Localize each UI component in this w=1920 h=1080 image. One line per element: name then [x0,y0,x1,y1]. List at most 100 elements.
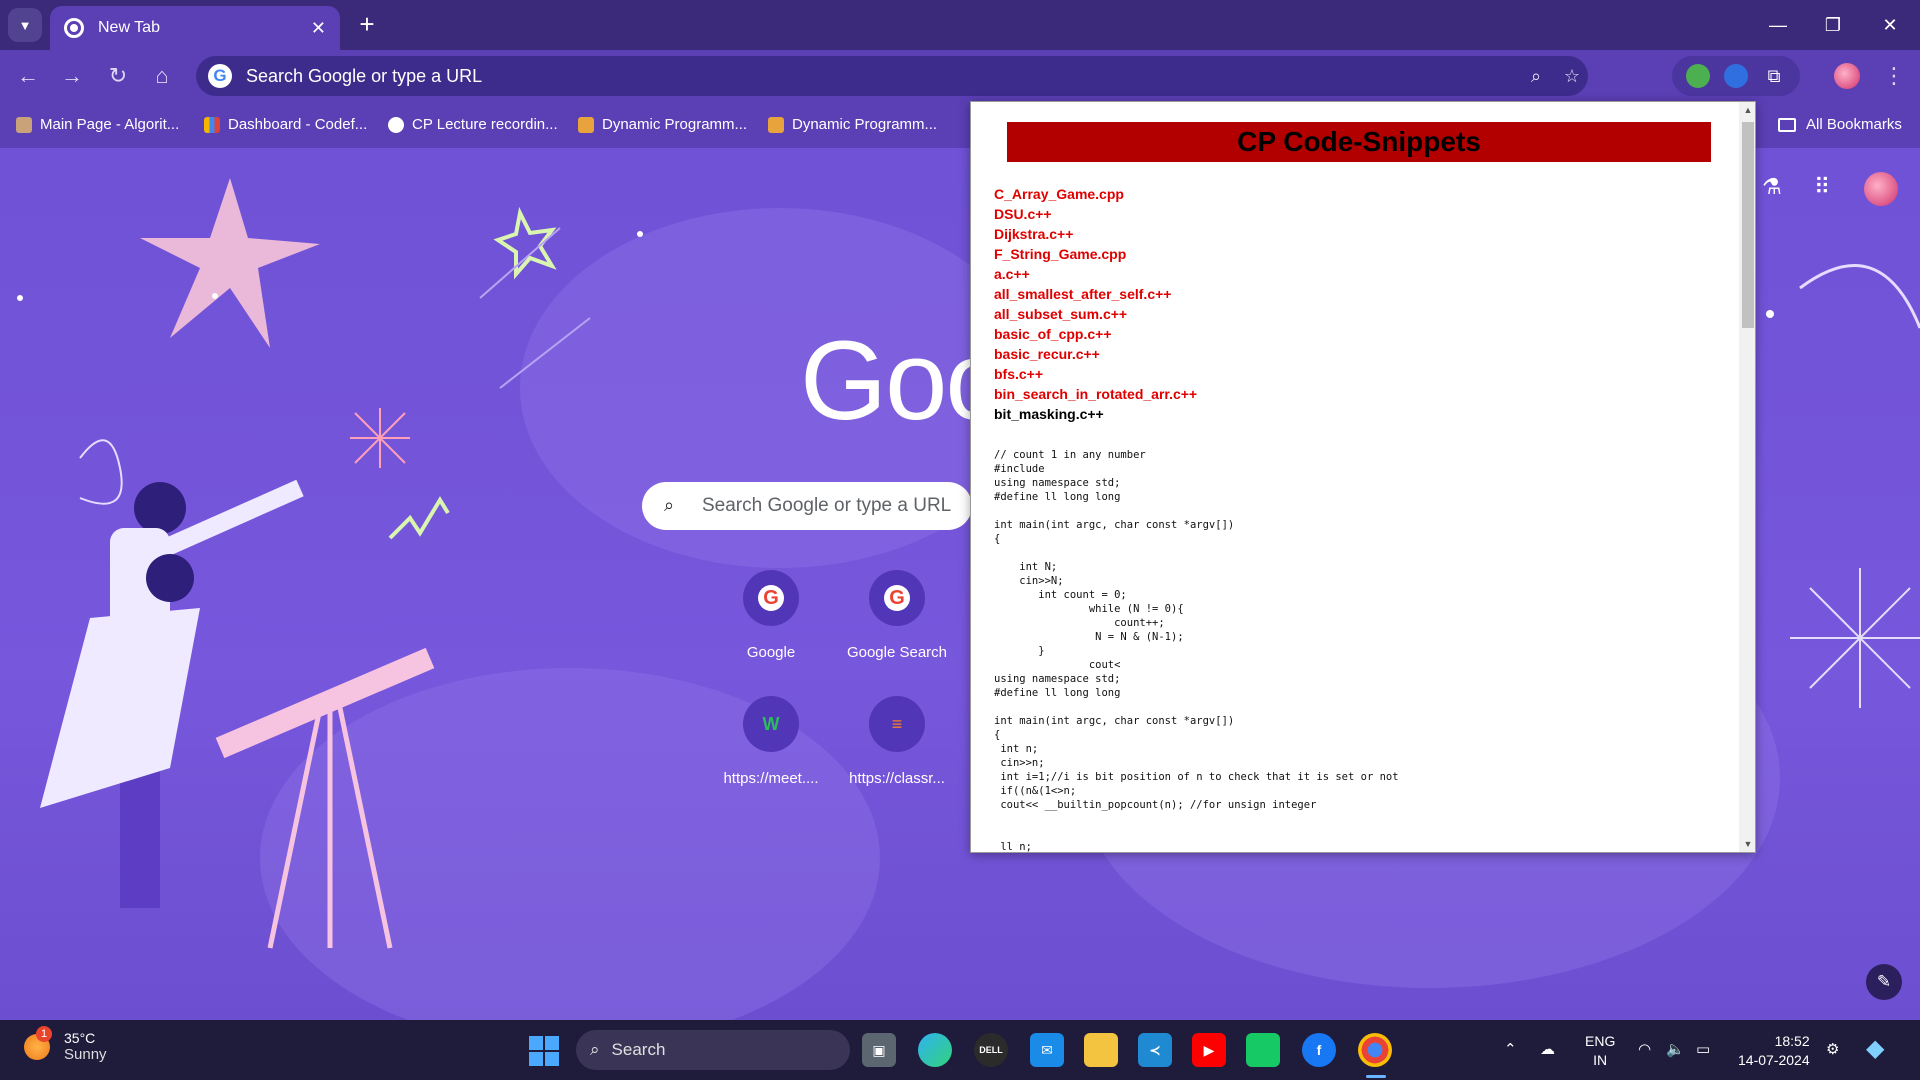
search-icon: ⌕ [664,495,675,515]
ntp-search-placeholder: Search Google or type a URL [702,495,952,516]
snippet-link[interactable]: bfs.c++ [994,364,1197,384]
edge-icon[interactable] [918,1033,952,1067]
zoom-icon[interactable]: ⌕ [1522,62,1550,90]
snippet-link[interactable]: all_smallest_after_self.c++ [994,284,1197,304]
extension-green-icon[interactable] [1686,64,1710,88]
bookmark-item[interactable]: Dashboard - Codef... [204,116,367,133]
youtube-icon[interactable]: ▶ [1192,1033,1226,1067]
bookmark-label: Dashboard - Codef... [228,116,368,133]
codeforces-icon [204,116,220,133]
task-view-icon[interactable]: ▣ [862,1033,896,1067]
extension-blue-icon[interactable] [1724,64,1748,88]
volume-icon[interactable]: 🔈 [1666,1040,1685,1058]
popup-scrollbar[interactable]: ▲ ▼ [1739,102,1755,852]
wiki-icon [16,116,32,133]
bookmark-star-icon[interactable]: ☆ [1558,62,1586,90]
popup-content: CP Code-Snippets C_Array_Game.cpp DSU.c+… [971,102,1739,853]
leetcode-icon [768,116,784,133]
ntp-search-box[interactable]: ⌕ Search Google or type a URL [642,482,972,530]
scroll-down-icon[interactable]: ▼ [1739,836,1755,852]
scroll-thumb[interactable] [1742,122,1754,328]
snippet-link-active[interactable]: bit_masking.c++ [994,404,1197,424]
language-code: ENG [1585,1033,1616,1049]
facebook-icon[interactable]: f [1302,1033,1336,1067]
date: 14-07-2024 [1738,1052,1810,1068]
extensions-area: ⧉ [1672,56,1800,96]
menu-kebab-icon[interactable]: ⋮ [1878,60,1910,92]
address-bar-placeholder: Search Google or type a URL [246,65,483,86]
ntp-profile-avatar[interactable] [1864,172,1898,206]
temperature: 35°C [64,1030,96,1046]
chrome-taskbar-icon[interactable] [1358,1033,1392,1067]
shortcut-tile[interactable]: W https://meet.... [706,696,836,787]
copilot-icon[interactable]: ◆ [1866,1034,1884,1063]
snippet-link[interactable]: bin_search_in_rotated_arr.c++ [994,384,1197,404]
google-icon: G [743,570,799,626]
clock[interactable]: 18:52 14-07-2024 [1738,1032,1810,1070]
restore-icon[interactable]: ❐ [1813,10,1853,40]
taskbar-search[interactable]: ⌕ Search [576,1030,850,1070]
extensions-puzzle-icon[interactable]: ⧉ [1762,64,1786,88]
region-code: IN [1593,1052,1608,1068]
folder-icon [1778,117,1796,132]
title-bar: ▼ New Tab ✕ + — ❐ ✕ [0,0,1920,50]
start-windows-icon[interactable] [529,1036,559,1066]
home-icon[interactable]: ⌂ [146,60,178,92]
wifi-icon[interactable]: ◠ [1638,1040,1651,1058]
snipping-tool-icon[interactable] [1246,1033,1280,1067]
vscode-icon[interactable]: ≺ [1138,1033,1172,1067]
bookmark-item[interactable]: Dynamic Programm... [578,116,747,133]
address-bar[interactable]: G Search Google or type a URL ⌕ ☆ [196,56,1588,96]
language-indicator[interactable]: ENG IN [1585,1032,1615,1070]
show-hidden-icons-chevron-icon[interactable]: ⌃ [1504,1040,1517,1058]
bookmark-item[interactable]: Main Page - Algorit... [16,116,179,133]
apps-grid-icon[interactable]: ⠿ [1814,174,1830,200]
snippet-link[interactable]: a.c++ [994,264,1197,284]
close-tab-icon[interactable]: ✕ [311,18,326,39]
snippet-link[interactable]: F_String_Game.cpp [994,244,1197,264]
google-icon: G [208,64,232,88]
code-snippet-view: // count 1 in any number #include using … [994,449,1399,853]
shortcut-label: Google [746,644,796,661]
snippet-link[interactable]: DSU.c++ [994,204,1197,224]
onedrive-cloud-icon[interactable]: ☁ [1540,1040,1555,1058]
sun-icon: 1 [24,1025,52,1060]
minimize-icon[interactable]: — [1758,10,1798,40]
notification-badge: 1 [36,1025,52,1042]
windows-taskbar: 1 35°C Sunny ⌕ Search ▣ DELL ✉ ≺ ▶ f ⌃ ☁… [0,1020,1920,1080]
labs-flask-icon[interactable]: ⚗ [1762,174,1782,200]
customize-pencil-icon[interactable]: ✎ [1866,964,1902,1000]
snippet-link[interactable]: basic_of_cpp.c++ [994,324,1197,344]
google-icon [388,116,404,133]
back-icon[interactable]: ← [12,60,44,92]
dell-icon[interactable]: DELL [974,1033,1008,1067]
scroll-up-icon[interactable]: ▲ [1739,102,1755,118]
leetcode-icon [578,116,594,133]
snippet-link[interactable]: Dijkstra.c++ [994,224,1197,244]
snippet-link[interactable]: C_Array_Game.cpp [994,184,1197,204]
reload-icon[interactable]: ↻ [102,60,134,92]
settings-gear-icon[interactable]: ⚙ [1826,1040,1839,1058]
bookmark-item[interactable]: Dynamic Programm... [768,116,937,133]
forward-icon[interactable]: → [56,60,88,92]
tab-search-dropdown-icon[interactable]: ▼ [8,8,42,42]
all-bookmarks-button[interactable]: All Bookmarks [1778,116,1902,133]
shortcut-tile[interactable]: ≡ https://classr... [832,696,962,787]
shortcut-label: Google Search [846,644,948,661]
tab-new-tab[interactable]: New Tab ✕ [50,6,340,50]
close-window-icon[interactable]: ✕ [1870,10,1910,40]
shortcut-tile[interactable]: G Google [706,570,836,661]
file-explorer-icon[interactable] [1084,1033,1118,1067]
snippet-link[interactable]: basic_recur.c++ [994,344,1197,364]
profile-avatar[interactable] [1834,63,1860,89]
mail-icon[interactable]: ✉ [1030,1033,1064,1067]
weather-widget[interactable]: 1 35°C Sunny [24,1025,107,1063]
battery-icon[interactable]: ▭ [1696,1040,1710,1058]
active-app-indicator [1366,1075,1386,1078]
new-tab-button[interactable]: + [352,10,382,40]
bookmark-item[interactable]: CP Lecture recordin... [388,116,558,133]
stackoverflow-icon: ≡ [869,696,925,752]
chrome-icon [64,18,84,38]
shortcut-tile[interactable]: G Google Search [832,570,962,661]
snippet-link[interactable]: all_subset_sum.c++ [994,304,1197,324]
